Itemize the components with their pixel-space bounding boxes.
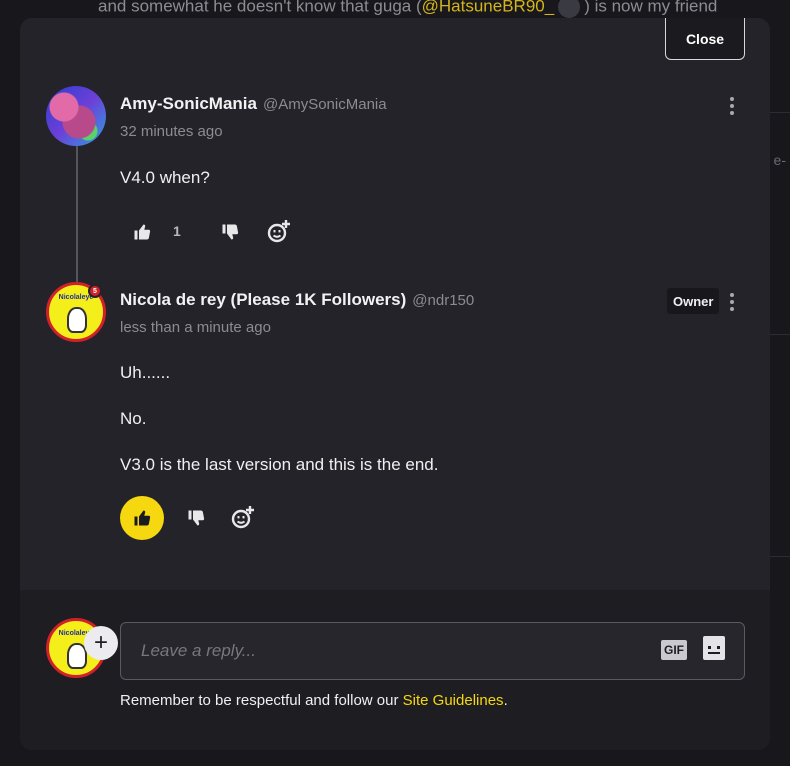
close-button[interactable]: Close — [665, 18, 745, 60]
owner-badge: Owner — [667, 288, 720, 314]
comment-username[interactable]: Nicola de rey (Please 1K Followers) @ndr1… — [120, 290, 474, 310]
thumbs-up-icon[interactable] — [120, 496, 164, 540]
comment-thread-modal: Close Amy-SonicMania @AmySonicMania 32 mi… — [20, 18, 770, 750]
background-comment-text: and somewhat he doesn't know that guga (… — [98, 0, 717, 18]
comment-handle[interactable]: @ndr150 — [412, 292, 474, 309]
comment-body-line: Uh...... — [120, 363, 171, 382]
gif-button[interactable]: GIF — [661, 640, 687, 660]
comment-body-line: No. — [120, 409, 147, 428]
more-options-icon[interactable] — [724, 95, 740, 117]
reply-footer: Nicolaleye + Leave a reply... GIF Rememb… — [20, 590, 770, 750]
more-options-icon[interactable] — [724, 291, 740, 313]
thumbs-down-icon[interactable] — [184, 506, 208, 530]
add-attachment-button[interactable]: + — [84, 626, 118, 660]
background-mention-link[interactable]: @HatsuneBR90_ — [422, 0, 555, 15]
comment-handle[interactable]: @AmySonicMania — [263, 96, 387, 113]
guidelines-notice: Remember to be respectful and follow our… — [120, 692, 508, 709]
thread-line — [76, 146, 78, 300]
like-count: 1 — [173, 223, 181, 239]
add-reaction-icon[interactable] — [266, 218, 292, 244]
site-guidelines-link[interactable]: Site Guidelines — [403, 692, 504, 709]
emoji-picker-icon[interactable] — [703, 636, 725, 660]
background-fragment: e- — [773, 152, 786, 168]
user-avatar[interactable] — [46, 86, 106, 146]
avatar-badge: 5 — [88, 284, 102, 298]
comment-body-line: V3.0 is the last version and this is the… — [120, 455, 439, 474]
comment-body: V4.0 when? — [120, 168, 210, 187]
background-mini-avatar — [558, 0, 581, 18]
thumbs-down-icon[interactable] — [218, 220, 242, 244]
background-divider — [768, 556, 790, 557]
add-reaction-icon[interactable] — [230, 504, 256, 530]
comment-timestamp: 32 minutes ago — [120, 123, 223, 140]
comment-timestamp: less than a minute ago — [120, 319, 271, 336]
avatar-figure — [67, 307, 87, 333]
comment-username[interactable]: Amy-SonicMania @AmySonicMania — [120, 94, 387, 114]
reply-input[interactable]: Leave a reply... — [141, 641, 256, 661]
background-divider — [768, 112, 790, 113]
reply-box[interactable]: Leave a reply... GIF — [120, 622, 745, 680]
background-divider — [768, 334, 790, 335]
thumbs-up-icon[interactable] — [130, 220, 154, 244]
avatar-text: Nicolaleye — [58, 294, 94, 301]
